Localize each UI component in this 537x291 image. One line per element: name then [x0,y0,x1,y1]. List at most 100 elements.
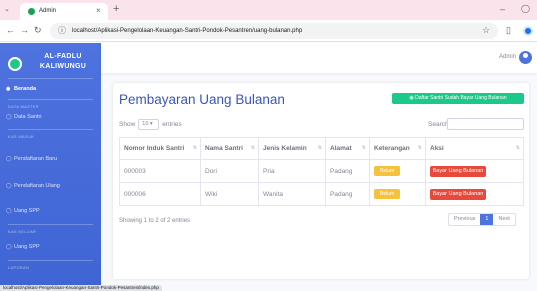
sidebar-heading: LAPORAN [8,265,30,270]
browser-window: ⌄ Admin × + – ◯ ← → ↻ ⓘ localhost/Aplika… [0,0,537,291]
column-header-label: Nomor Induk Santri [124,145,185,152]
cell-aksi: Bayar Uang Bulanan [425,159,524,183]
column-header-aksi[interactable]: Aksi ⇅ [425,137,524,160]
downloads-icon[interactable]: ▯ [506,25,511,36]
forward-icon[interactable]: → [20,25,29,36]
pagination-previous[interactable]: Previous [449,214,480,225]
brand-title[interactable]: AL-FADLU KALIWUNGU [28,52,98,72]
sidebar-divider [8,260,93,261]
users-icon: ◯ [6,114,12,120]
site-info-icon[interactable]: ⓘ [58,26,66,36]
page-title: Pembayaran Uang Bulanan [119,92,285,107]
brand-logo-icon[interactable] [8,57,22,71]
money-icon: ◯ [6,244,12,250]
cell-alamat: Padang [325,159,370,183]
sidebar-divider [8,78,93,79]
user-name[interactable]: Admin [499,53,516,62]
santri-table: Nomor Induk Santri ⇅ Nama Santri ⇅ Jenis K… [119,137,524,206]
profile-icon[interactable] [523,26,533,36]
cell-nis: 000006 [119,182,201,206]
url-text: localhost/Aplikasi-Pengelolaan-Keuangan-… [72,28,303,34]
table-info: Showing 1 to 2 of 2 entries [119,218,191,224]
browser-tab[interactable]: Admin × [20,3,108,20]
window-icon[interactable]: ◯ [521,4,530,14]
sidebar-divider [8,99,93,100]
user-avatar-icon[interactable] [519,51,532,64]
column-header-label: Jenis Kelamin [263,145,307,152]
sidebar-heading: KAS KELUAR [8,229,37,234]
sidebar-item-beranda[interactable]: ◉ Beranda [6,83,96,95]
column-header-nis[interactable]: Nomor Induk Santri ⇅ [119,137,201,160]
sort-icon: ⇅ [317,145,322,151]
pay-button[interactable]: Bayar Uang Bulanan [430,165,486,177]
column-header-label: Nama Santri [205,145,243,152]
tab-strip: ⌄ Admin × + – ◯ [0,0,537,20]
sidebar-item-label: Data Santri [14,114,42,120]
pagination-next[interactable]: Next [493,214,514,225]
show-label: Show [119,121,136,128]
money-icon: ◯ [6,183,12,189]
bookmark-star-icon[interactable]: ☆ [482,25,490,36]
topbar: Admin [101,43,537,73]
close-tab-icon[interactable]: × [96,6,101,16]
entries-label: entries [162,121,182,128]
tab-title: Admin [39,8,57,14]
pagination: Previous 1 Next [448,213,516,226]
sidebar-heading: DATA MASTER [8,104,39,109]
status-badge: Belum [374,189,401,199]
column-header-label: Alamat [330,145,352,152]
cell-alamat: Padang [325,182,370,206]
sidebar-item-label: Beranda [14,86,37,92]
payment-card: Pembayaran Uang Bulanan ◉ Daftar Santri … [113,83,529,279]
sort-icon: ⇅ [515,145,520,151]
tab-search-icon[interactable]: ⌄ [4,5,14,15]
cell-nis: 000003 [119,159,201,183]
status-badge: Belum [374,166,401,176]
sidebar-item-label: Pendaftaran Baru [14,156,58,162]
minimize-icon[interactable]: – [500,3,505,15]
sidebar-item-label: Uang SPP [14,208,40,214]
sidebar-item-uang-spp-keluar[interactable]: ◯ Uang SPP [6,241,96,253]
reload-icon[interactable]: ↻ [34,25,42,36]
column-header-jenis-kelamin[interactable]: Jenis Kelamin ⇅ [258,137,326,160]
page-length-control: Show 10 ▾ entries [119,119,182,130]
sidebar-divider [8,224,93,225]
column-header-alamat[interactable]: Alamat ⇅ [325,137,370,160]
main-content: Admin Pembayaran Uang Bulanan ◉ Daftar S… [101,43,537,291]
page-length-select[interactable]: 10 ▾ [138,119,160,130]
sidebar-item-pendaftaran-baru[interactable]: ◯ Pendaftaran Baru [6,153,96,165]
table-header-row: Nomor Induk Santri ⇅ Nama Santri ⇅ Jenis K… [119,137,524,160]
browser-toolbar: ← → ↻ ⓘ localhost/Aplikasi-Pengelolaan-K… [0,20,537,42]
sidebar-heading: KAS MASUK [8,134,35,139]
money-icon: ◯ [6,208,12,214]
column-header-nama[interactable]: Nama Santri ⇅ [200,137,259,160]
sidebar-item-data-santri[interactable]: ◯ Data Santri [6,111,96,123]
back-icon[interactable]: ← [6,25,15,36]
sidebar-item-label: Uang SPP [14,244,40,250]
pay-button[interactable]: Bayar Uang Bulanan [430,188,486,200]
paid-list-button-label: Daftar Santri Sudah Bayar Uang Bulanan [415,95,507,101]
sort-icon: ⇅ [192,145,197,151]
sort-icon: ⇅ [361,145,366,151]
status-bar-url: localhost/Aplikasi-Pengelolaan-Keuangan-… [0,285,162,291]
sidebar-item-label: Pendaftaran Ulang [14,183,60,189]
sidebar-divider [8,129,93,130]
cell-keterangan: Belum [369,182,426,206]
new-tab-icon[interactable]: + [113,3,119,15]
cell-keterangan: Belum [369,159,426,183]
table-row: 000003 Dori Pria Padang Belum Bayar Uang… [119,159,524,183]
cell-jenis-kelamin: Wanita [258,182,326,206]
sort-icon: ⇅ [250,145,255,151]
pagination-page[interactable]: 1 [480,214,494,225]
page-length-value: 10 [142,121,149,127]
sort-icon: ⇅ [417,145,422,151]
column-header-keterangan[interactable]: Keterangan ⇅ [369,137,426,160]
paid-list-button[interactable]: ◉ Daftar Santri Sudah Bayar Uang Bulanan [392,93,524,104]
cell-nama: Dori [200,159,259,183]
money-icon: ◯ [6,156,12,162]
search-input[interactable] [447,118,524,130]
sidebar-item-uang-spp[interactable]: ◯ Uang SPP [6,205,96,217]
sidebar-item-pendaftaran-ulang[interactable]: ◯ Pendaftaran Ulang [6,180,96,192]
address-bar[interactable]: ⓘ localhost/Aplikasi-Pengelolaan-Keuanga… [50,23,498,39]
dashboard-icon: ◉ [6,86,11,92]
